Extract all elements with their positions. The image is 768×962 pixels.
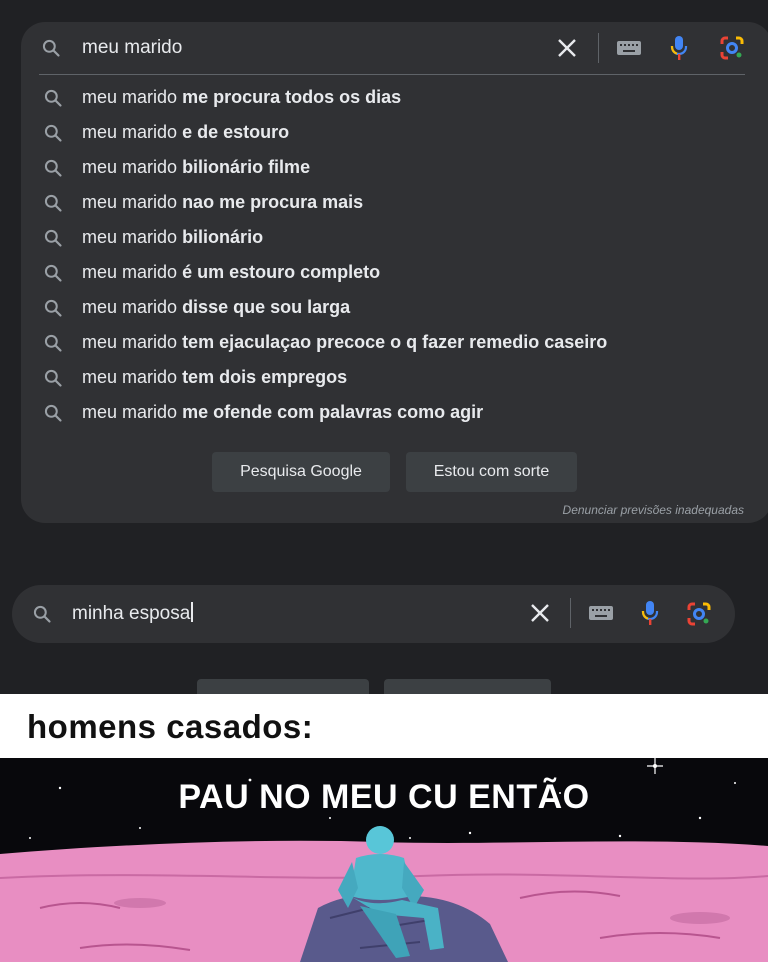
im-feeling-lucky-button[interactable]: Estou com sorte <box>406 452 577 492</box>
autocomplete-panel: meu marido meu marido me procura todos o… <box>21 22 768 523</box>
search-input[interactable]: meu marido <box>82 37 182 59</box>
suggestion-text: meu marido tem ejaculaçao precoce o q fa… <box>82 332 607 353</box>
suggestion-prefix: meu marido <box>82 87 178 107</box>
suggestion-prefix: meu marido <box>82 157 178 177</box>
toolbar-divider <box>598 33 599 63</box>
search-icon <box>43 193 63 218</box>
suggestion-prefix: meu marido <box>82 262 178 282</box>
google-lens-icon[interactable] <box>686 601 712 632</box>
suggestion-prefix: meu marido <box>82 367 178 387</box>
google-search-button[interactable]: Pesquisa Google <box>212 452 390 492</box>
suggestion-item[interactable]: meu marido bilionário <box>21 220 768 255</box>
microphone-icon[interactable] <box>669 34 689 67</box>
search-icon <box>43 333 63 358</box>
suggestion-text: meu marido tem dois empregos <box>82 367 347 388</box>
search-icon <box>43 123 63 148</box>
suggestion-completion: disse que sou larga <box>182 297 351 317</box>
toolbar-divider <box>570 598 571 628</box>
search-icon <box>43 228 63 253</box>
search-icon <box>41 38 61 63</box>
search-icon <box>43 368 63 393</box>
google-search-button-cropped[interactable] <box>197 679 369 694</box>
suggestion-completion: me procura todos os dias <box>182 87 402 107</box>
suggestion-item[interactable]: meu marido tem ejaculaçao precoce o q fa… <box>21 325 768 360</box>
suggestion-text: meu marido me ofende com palavras como a… <box>82 402 483 423</box>
keyboard-icon[interactable] <box>617 41 641 55</box>
suggestion-item[interactable]: meu marido me procura todos os dias <box>21 80 768 115</box>
suggestion-text: meu marido disse que sou larga <box>82 297 350 318</box>
screenshot-area: meu marido meu marido me procura todos o… <box>0 0 768 694</box>
search-icon <box>43 263 63 288</box>
suggestion-prefix: meu marido <box>82 402 178 422</box>
suggestion-text: meu marido e de estouro <box>82 122 289 143</box>
suggestion-item[interactable]: meu marido disse que sou larga <box>21 290 768 325</box>
suggestion-divider <box>39 74 745 75</box>
report-predictions-link[interactable]: Denunciar previsões inadequadas <box>563 503 744 517</box>
suggestion-completion: e de estouro <box>182 122 290 142</box>
suggestion-item[interactable]: meu marido e de estouro <box>21 115 768 150</box>
suggestion-text: meu marido bilionário <box>82 227 263 248</box>
suggestion-item[interactable]: meu marido é um estouro completo <box>21 255 768 290</box>
close-icon[interactable] <box>528 601 554 627</box>
suggestion-completion: é um estouro completo <box>182 262 381 282</box>
search-input[interactable]: minha esposa <box>72 602 194 625</box>
suggestion-item[interactable]: meu marido bilionário filme <box>21 150 768 185</box>
suggestion-text: meu marido bilionário filme <box>82 157 310 178</box>
search-icon <box>43 158 63 183</box>
close-icon[interactable] <box>555 36 581 62</box>
im-feeling-lucky-button-cropped[interactable] <box>384 679 551 694</box>
suggestion-completion: bilionário <box>182 227 264 247</box>
suggestion-prefix: meu marido <box>82 122 178 142</box>
search-box[interactable]: meu marido <box>21 22 768 74</box>
search-icon <box>43 298 63 323</box>
text-caret <box>191 602 194 622</box>
suggestion-text: meu marido me procura todos os dias <box>82 87 401 108</box>
suggestion-prefix: meu marido <box>82 297 178 317</box>
second-search-box[interactable]: minha esposa <box>12 585 735 643</box>
suggestion-item[interactable]: meu marido me ofende com palavras como a… <box>21 395 768 430</box>
search-query-text: minha esposa <box>72 603 191 624</box>
meme-caption: homens casados: <box>27 708 314 745</box>
search-icon <box>43 403 63 428</box>
suggestion-item[interactable]: meu marido nao me procura mais <box>21 185 768 220</box>
suggestion-prefix: meu marido <box>82 227 178 247</box>
suggestion-completion: me ofende com palavras como agir <box>182 402 484 422</box>
search-icon <box>43 88 63 113</box>
search-icon <box>32 604 52 629</box>
suggestion-item[interactable]: meu marido tem dois empregos <box>21 360 768 395</box>
suggestion-completion: tem ejaculaçao precoce o q fazer remedio… <box>182 332 608 352</box>
meme-image-text: PAU NO MEU CU ENTÃO <box>178 778 590 816</box>
meme-image: PAU NO MEU CU ENTÃO <box>0 758 768 962</box>
keyboard-icon[interactable] <box>589 606 613 620</box>
suggestion-text: meu marido é um estouro completo <box>82 262 380 283</box>
google-lens-icon[interactable] <box>719 35 745 66</box>
meme-caption-band: homens casados: <box>0 694 768 758</box>
suggestion-completion: nao me procura mais <box>182 192 364 212</box>
suggestion-prefix: meu marido <box>82 192 178 212</box>
suggestion-completion: bilionário filme <box>182 157 311 177</box>
suggestion-completion: tem dois empregos <box>182 367 348 387</box>
suggestion-prefix: meu marido <box>82 332 178 352</box>
microphone-icon[interactable] <box>640 599 660 632</box>
suggestion-text: meu marido nao me procura mais <box>82 192 363 213</box>
